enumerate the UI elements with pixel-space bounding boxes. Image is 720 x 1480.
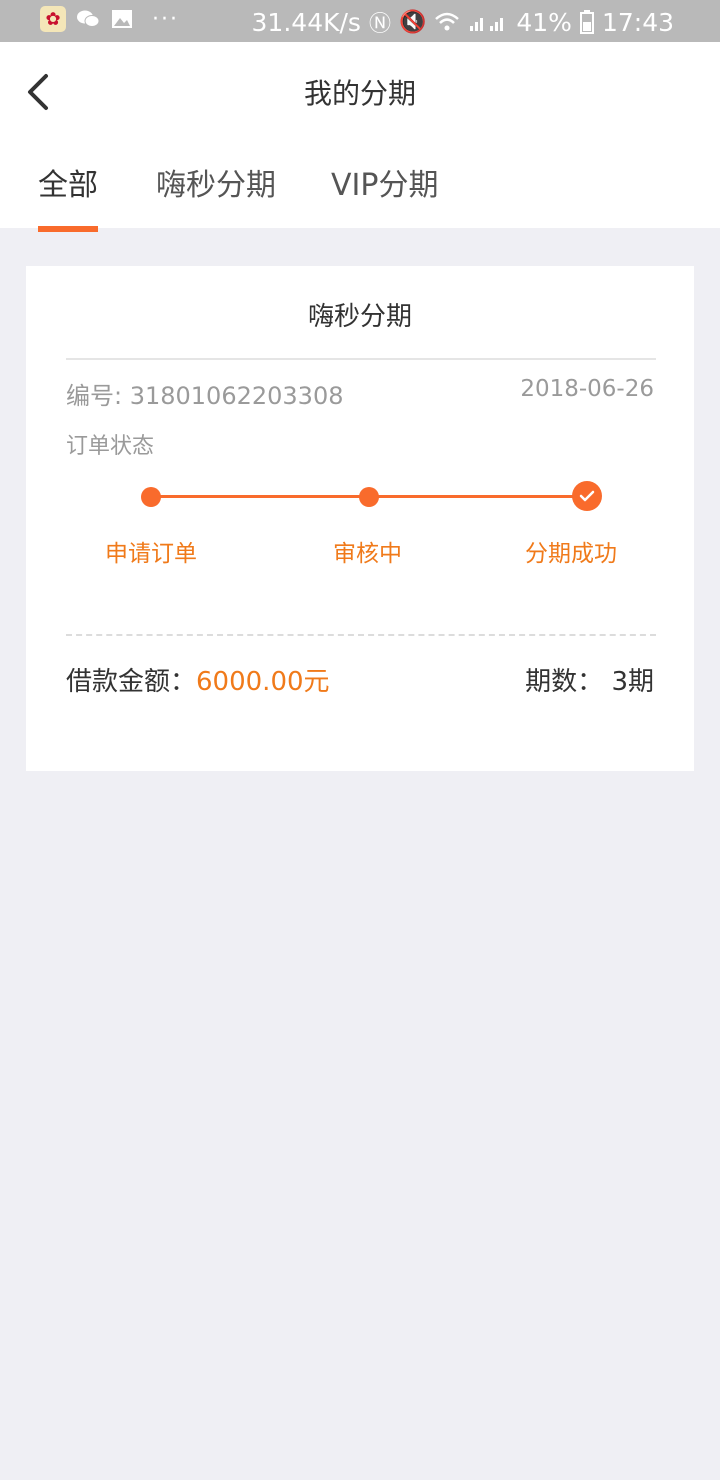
periods-label: 期数： xyxy=(525,667,604,697)
step-label-apply: 申请订单 xyxy=(105,541,197,567)
order-number: 编号: 31801062203308 xyxy=(66,382,344,410)
clock: 17:43 xyxy=(601,7,674,37)
tab-bar: 全部 嗨秒分期 VIP分期 xyxy=(0,160,720,232)
wechat-icon xyxy=(77,10,100,27)
tab-vip[interactable]: VIP分期 xyxy=(331,160,438,204)
order-card[interactable]: 嗨秒分期 编号: 31801062203308 2018-06-26 订单状态 … xyxy=(26,266,694,771)
battery-icon xyxy=(579,10,594,34)
order-status-label: 订单状态 xyxy=(66,434,155,459)
dashed-divider xyxy=(66,634,656,636)
status-bar: ✿ ··· 31.44K/s Ⓝ 🔇 41% 17:43 xyxy=(0,0,720,42)
order-date: 2018-06-26 xyxy=(520,376,654,402)
header: 我的分期 全部 嗨秒分期 VIP分期 xyxy=(0,42,720,232)
signal-icon xyxy=(470,18,504,31)
card-title: 嗨秒分期 xyxy=(307,302,412,332)
mute-icon: 🔇 xyxy=(398,9,427,35)
installment-periods: 期数： 3期 xyxy=(525,661,654,698)
tab-haimiao[interactable]: 嗨秒分期 xyxy=(156,160,276,204)
loan-amount: 借款金额：6000.00元 xyxy=(66,661,330,698)
divider xyxy=(66,358,656,360)
wifi-icon xyxy=(435,12,460,31)
more-notifications-icon: ··· xyxy=(152,6,179,32)
step-label-success: 分期成功 xyxy=(525,541,617,567)
network-speed: 31.44K/s xyxy=(251,7,361,37)
battery-percent: 41% xyxy=(516,7,572,37)
tab-indicator xyxy=(38,226,98,232)
step-label-review: 审核中 xyxy=(333,541,402,567)
step-dot-apply xyxy=(141,487,161,507)
step-dot-review xyxy=(359,487,379,507)
loan-amount-label: 借款金额： xyxy=(66,667,197,697)
gallery-icon xyxy=(112,10,132,28)
loan-amount-value: 6000.00元 xyxy=(196,667,330,697)
check-icon xyxy=(572,481,602,511)
periods-value: 3期 xyxy=(611,667,654,697)
page-title: 我的分期 xyxy=(303,77,416,110)
nfc-icon: Ⓝ xyxy=(368,12,391,37)
tab-all[interactable]: 全部 xyxy=(38,160,98,204)
app-icon: ✿ xyxy=(40,6,66,32)
